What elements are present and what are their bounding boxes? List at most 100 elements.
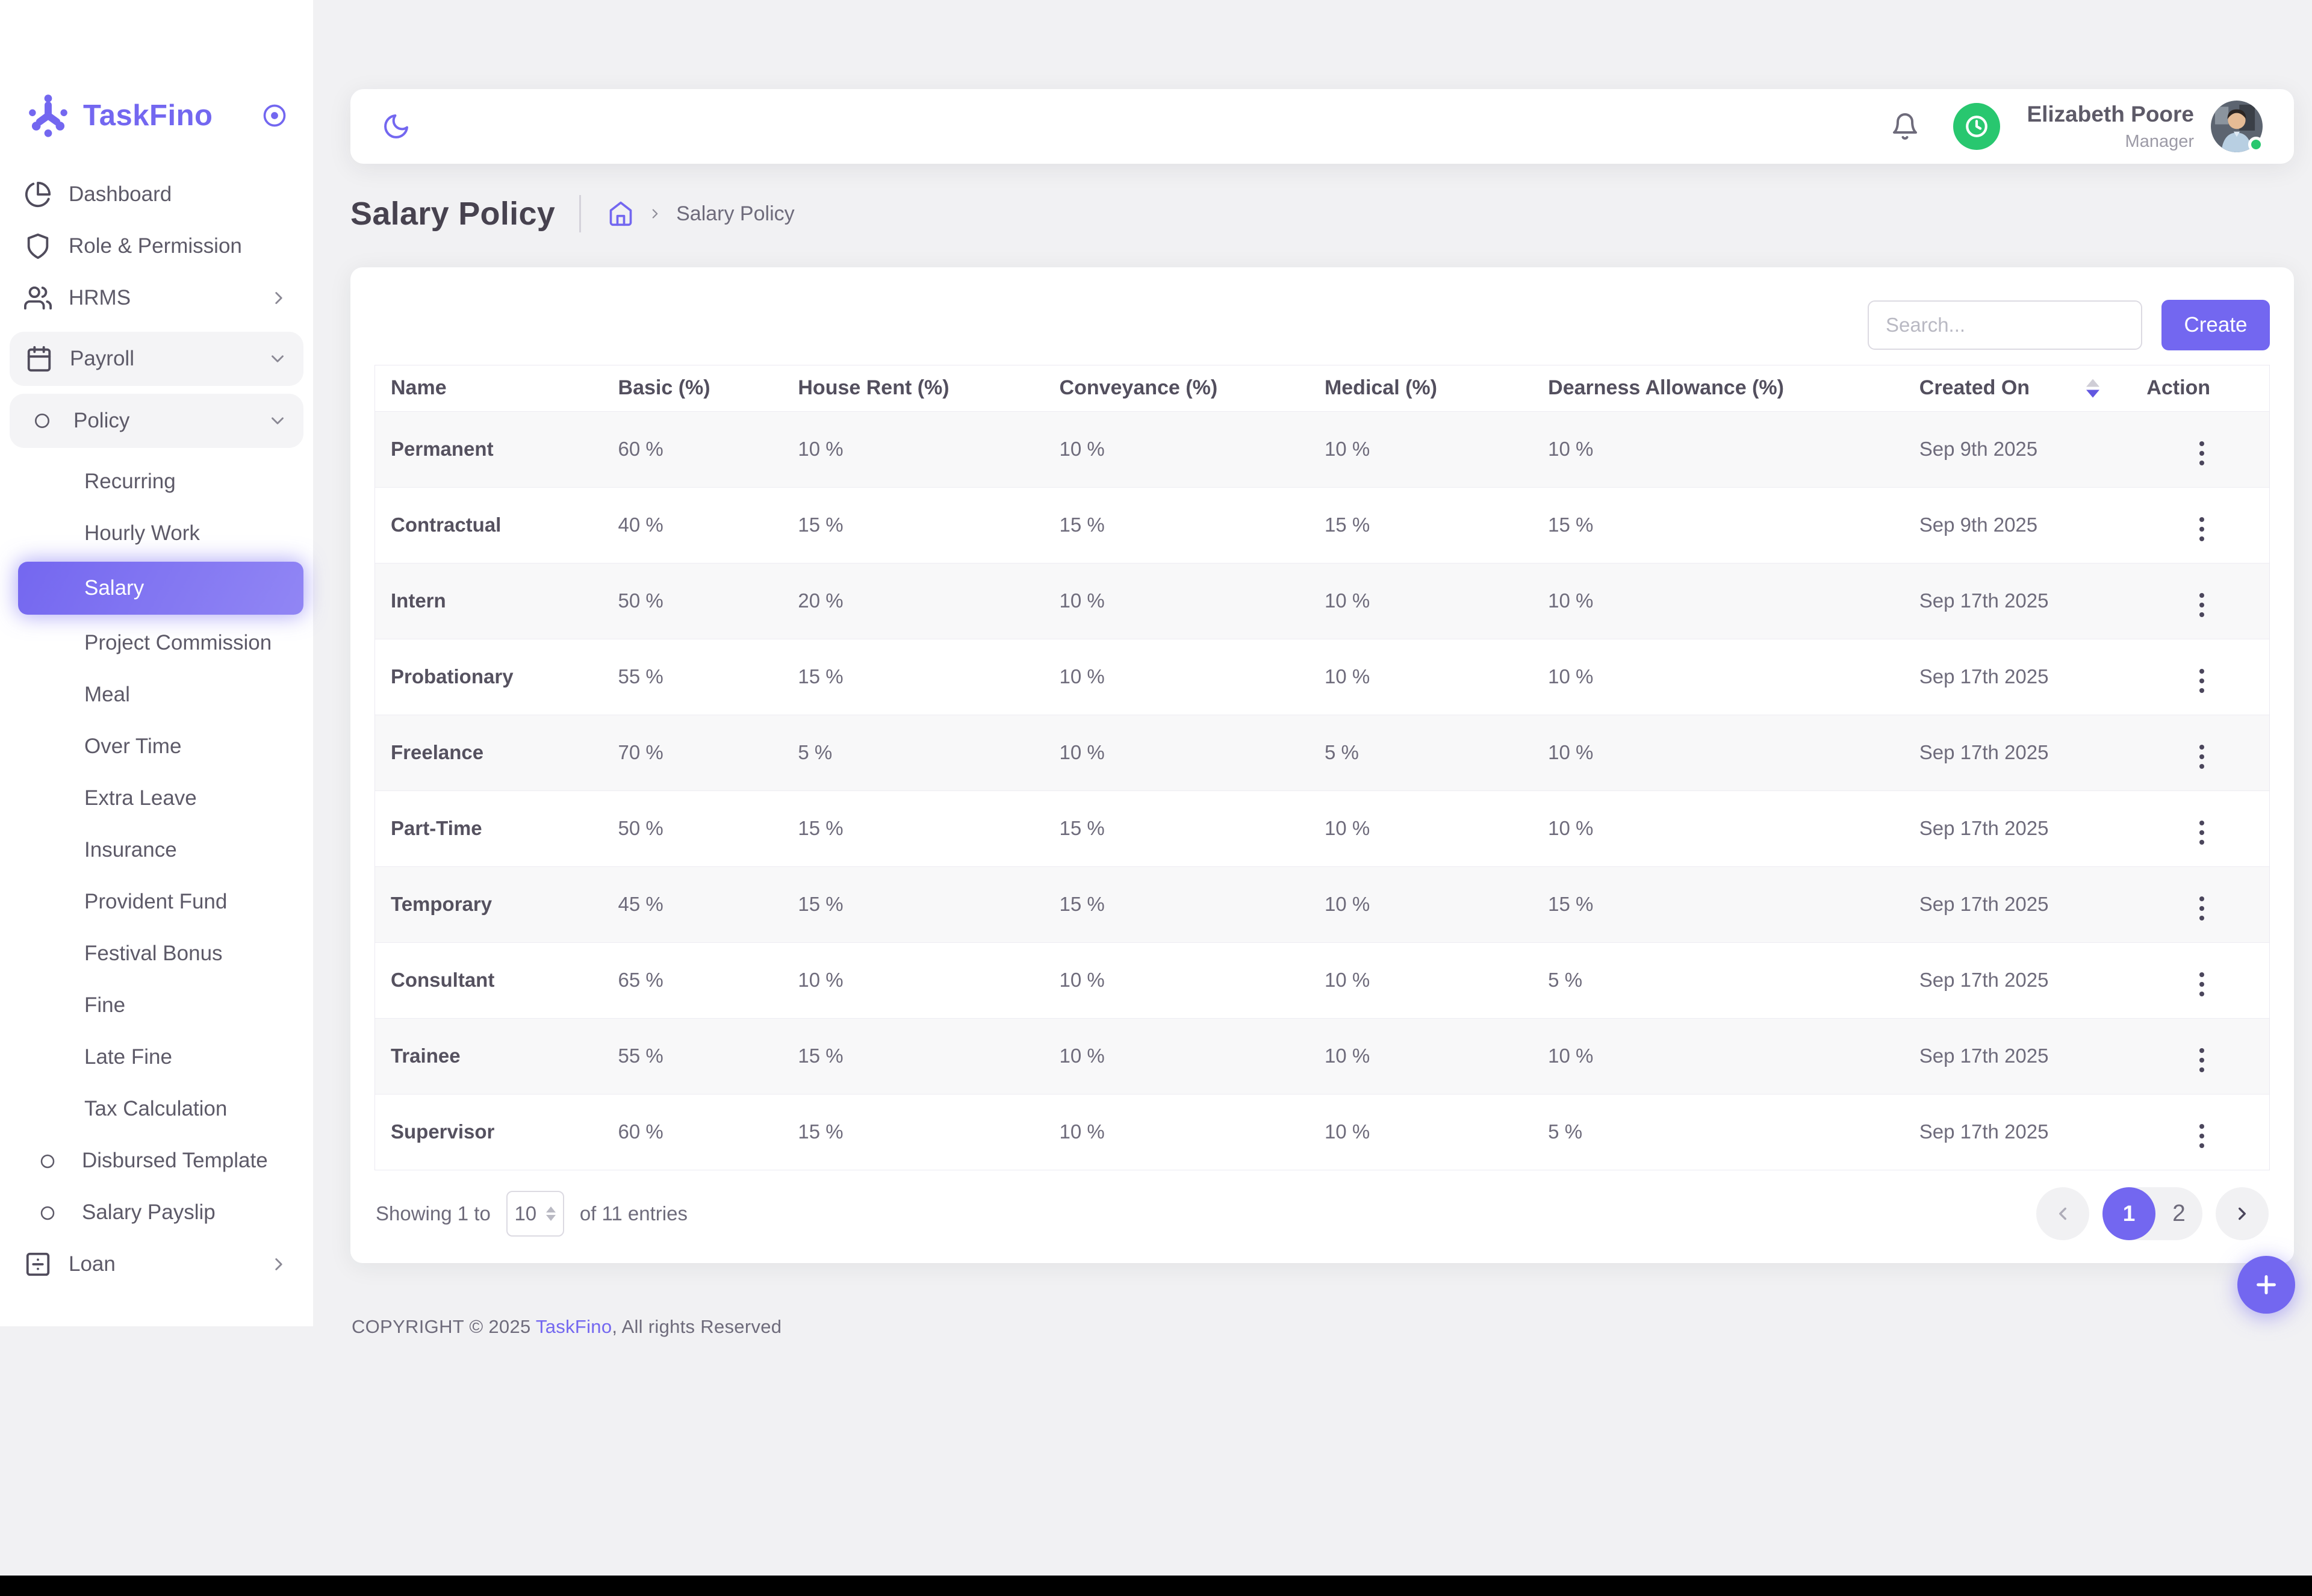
page-size-select[interactable]: 10 — [506, 1191, 564, 1237]
previous-page-button[interactable] — [2036, 1187, 2089, 1240]
sidebar-item-recurring[interactable]: Recurring — [0, 456, 313, 508]
cell-action — [2131, 715, 2269, 790]
sidebar-item-late-fine[interactable]: Late Fine — [0, 1031, 313, 1083]
pie-chart-icon — [24, 181, 52, 208]
cell-basic: 55 % — [603, 639, 783, 715]
table-row: Permanent60 %10 %10 %10 %10 %Sep 9th 202… — [375, 411, 2269, 487]
table-row: Part-Time50 %15 %15 %10 %10 %Sep 17th 20… — [375, 790, 2269, 866]
table-row: Temporary45 %15 %15 %10 %15 %Sep 17th 20… — [375, 866, 2269, 942]
cell-dearness: 10 % — [1532, 790, 1904, 866]
pager: 1 2 — [2036, 1187, 2269, 1240]
row-actions-menu-icon[interactable] — [2199, 754, 2204, 759]
row-actions-menu-icon[interactable] — [2199, 678, 2204, 683]
sub-item-label: Salary — [84, 576, 144, 600]
circle-icon — [39, 1152, 57, 1170]
floating-add-button[interactable] — [2237, 1256, 2295, 1314]
sidebar-item-over-time[interactable]: Over Time — [0, 721, 313, 772]
main-content: Elizabeth Poore Manager — [313, 0, 2312, 1338]
row-actions-menu-icon[interactable] — [2199, 1058, 2204, 1063]
cell-medical: 10 % — [1309, 563, 1532, 639]
col-header-label: Created On — [1919, 376, 2030, 399]
col-header-created-on: Created On — [1904, 365, 2131, 411]
table-row: Probationary55 %15 %10 %10 %10 %Sep 17th… — [375, 639, 2269, 715]
breadcrumb-home-icon[interactable] — [608, 200, 634, 227]
attendance-clock-button[interactable] — [1953, 103, 2000, 150]
row-actions-menu-icon[interactable] — [2199, 603, 2204, 607]
sidebar-item-label: Loan — [69, 1252, 116, 1276]
cell-medical: 10 % — [1309, 790, 1532, 866]
footer-brand-link[interactable]: TaskFino — [536, 1316, 612, 1337]
row-actions-menu-icon[interactable] — [2199, 830, 2204, 835]
notifications-bell-icon[interactable] — [1891, 112, 1919, 141]
cell-dearness: 5 % — [1532, 942, 1904, 1018]
sidebar-item-label: Disbursed Template — [82, 1149, 268, 1173]
next-page-button[interactable] — [2216, 1187, 2269, 1240]
cell-action — [2131, 487, 2269, 563]
sidebar-item-policy[interactable]: Policy — [10, 394, 303, 448]
user-avatar[interactable] — [2211, 101, 2263, 152]
cell-dearness: 10 % — [1532, 715, 1904, 790]
sidebar-item-hrms[interactable]: HRMS — [0, 272, 313, 324]
chevron-down-icon — [267, 411, 288, 431]
create-button[interactable]: Create — [2161, 300, 2270, 350]
sort-icon[interactable] — [2086, 379, 2099, 397]
cell-dearness: 10 % — [1532, 563, 1904, 639]
sub-item-label: Festival Bonus — [84, 942, 223, 966]
sidebar-pin-toggle-icon[interactable] — [261, 102, 288, 129]
sidebar-item-festival-bonus[interactable]: Festival Bonus — [0, 928, 313, 980]
breadcrumb-chevron-icon — [647, 206, 663, 222]
cell-created-on: Sep 17th 2025 — [1904, 790, 2131, 866]
sidebar-item-hourly-work[interactable]: Hourly Work — [0, 508, 313, 559]
sidebar-item-disbursed-template[interactable]: Disbursed Template — [0, 1135, 313, 1187]
cell-basic: 50 % — [603, 563, 783, 639]
sidebar-item-provident-fund[interactable]: Provident Fund — [0, 876, 313, 928]
copyright-suffix: , All rights Reserved — [612, 1316, 782, 1337]
cell-conveyance: 10 % — [1044, 715, 1309, 790]
table-row: Trainee55 %15 %10 %10 %10 %Sep 17th 2025 — [375, 1018, 2269, 1094]
sidebar-item-project-commission[interactable]: Project Commission — [0, 617, 313, 669]
cell-created-on: Sep 9th 2025 — [1904, 411, 2131, 487]
topbar-right: Elizabeth Poore Manager — [1891, 101, 2263, 152]
page-header: Salary Policy Salary Policy — [350, 195, 2294, 232]
row-actions-menu-icon[interactable] — [2199, 451, 2204, 456]
page-2-button[interactable]: 2 — [2155, 1200, 2202, 1227]
sidebar-item-fine[interactable]: Fine — [0, 980, 313, 1031]
brand-name: TaskFino — [83, 99, 213, 132]
cell-action — [2131, 563, 2269, 639]
chevron-down-icon — [267, 349, 288, 369]
dark-mode-toggle-moon-icon[interactable] — [382, 112, 411, 141]
online-status-dot — [2248, 137, 2264, 152]
sidebar-item-loan[interactable]: Loan — [0, 1238, 313, 1290]
sidebar-item-label: Payroll — [70, 347, 134, 371]
salary-policy-table: Name Basic (%) House Rent (%) Conveyance… — [374, 365, 2270, 1170]
cell-created-on: Sep 17th 2025 — [1904, 1018, 2131, 1094]
cell-name: Supervisor — [375, 1094, 603, 1170]
sidebar-item-payroll[interactable]: Payroll — [10, 332, 303, 386]
row-actions-menu-icon[interactable] — [2199, 1134, 2204, 1138]
cell-conveyance: 10 % — [1044, 411, 1309, 487]
sub-item-label: Project Commission — [84, 631, 272, 655]
cell-conveyance: 15 % — [1044, 866, 1309, 942]
page-1-button[interactable]: 1 — [2102, 1187, 2155, 1240]
search-input[interactable] — [1868, 300, 2142, 350]
row-actions-menu-icon[interactable] — [2199, 906, 2204, 911]
row-actions-menu-icon[interactable] — [2199, 982, 2204, 987]
cell-house-rent: 15 % — [782, 1094, 1043, 1170]
sidebar-item-insurance[interactable]: Insurance — [0, 824, 313, 876]
circle-icon — [33, 411, 52, 430]
cell-action — [2131, 866, 2269, 942]
user-role: Manager — [2027, 132, 2194, 152]
sidebar-item-label: Policy — [73, 409, 129, 433]
cell-dearness: 10 % — [1532, 411, 1904, 487]
sidebar-item-tax-calculation[interactable]: Tax Calculation — [0, 1083, 313, 1135]
cell-basic: 40 % — [603, 487, 783, 563]
sidebar-item-role-permission[interactable]: Role & Permission — [0, 220, 313, 272]
sidebar-item-dashboard[interactable]: Dashboard — [0, 169, 313, 220]
row-actions-menu-icon[interactable] — [2199, 527, 2204, 532]
sidebar-item-salary-active[interactable]: Salary — [18, 562, 303, 615]
sidebar-item-extra-leave[interactable]: Extra Leave — [0, 772, 313, 824]
circle-icon — [39, 1203, 57, 1222]
sidebar-item-meal[interactable]: Meal — [0, 669, 313, 721]
page-size-value: 10 — [514, 1202, 536, 1225]
sidebar-item-salary-payslip[interactable]: Salary Payslip — [0, 1187, 313, 1238]
